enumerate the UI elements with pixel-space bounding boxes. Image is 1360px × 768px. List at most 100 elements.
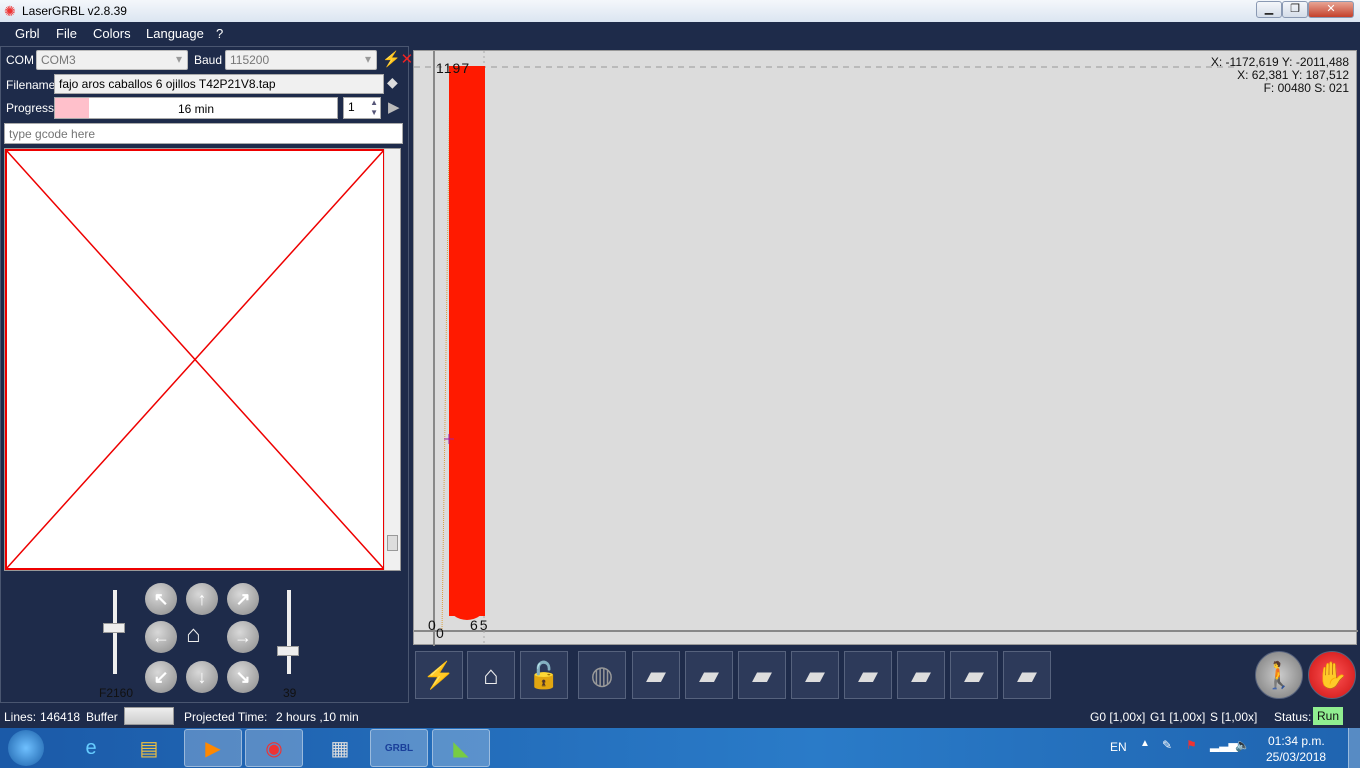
status-label: Status:	[1274, 710, 1312, 724]
start-button[interactable]	[8, 730, 44, 766]
clock-date[interactable]: 25/03/2018	[1266, 750, 1326, 764]
menu-language[interactable]: Language	[146, 26, 204, 41]
baud-label: Baud	[194, 53, 223, 67]
console-log[interactable]	[4, 148, 401, 571]
home-icon[interactable]: ⌂	[186, 621, 201, 649]
camera-card-icon: ▰	[858, 659, 878, 690]
jog-n-icon[interactable]: ↑	[186, 583, 218, 615]
maximize-button[interactable]: ❐	[1282, 1, 1308, 18]
s-override[interactable]: S [1,00x]	[1210, 710, 1257, 724]
preview-drawing	[414, 51, 1358, 646]
run-icon[interactable]: ▶	[388, 98, 400, 116]
projected-label: Projected Time:	[184, 710, 268, 724]
speed-slider[interactable]	[103, 590, 125, 674]
console-scrollbar[interactable]	[384, 149, 400, 570]
stop-button[interactable]: ✋	[1308, 651, 1356, 699]
scroll-thumb[interactable]	[387, 535, 398, 551]
tray-tool-icon[interactable]: ✎	[1162, 738, 1172, 752]
disconnect-icon[interactable]: ⚡✕	[382, 50, 413, 68]
jog-s-icon[interactable]: ↓	[186, 661, 218, 693]
baud-select[interactable]: 115200	[225, 50, 377, 70]
unlock-icon: 🔓	[527, 659, 561, 690]
progress-label: Progress	[6, 101, 55, 115]
reset-button[interactable]: ⚡	[415, 651, 463, 699]
feed-speed: F: 00480 S: 021	[1263, 81, 1349, 95]
filename-field[interactable]: fajo aros caballos 6 ojillos T42P21V8.ta…	[54, 74, 384, 94]
menu-colors[interactable]: Colors	[93, 26, 131, 41]
lines-count: 146418	[40, 710, 81, 724]
open-file-icon[interactable]: ◆	[387, 74, 398, 91]
camera-card-icon: ▰	[805, 659, 825, 690]
status-value: Run	[1313, 707, 1344, 725]
g0-override[interactable]: G0 [1,00x]	[1090, 710, 1145, 724]
jog-w-icon[interactable]: ←	[145, 621, 177, 653]
jog-se-icon[interactable]: ↘	[227, 661, 259, 693]
lines-label: Lines:	[4, 710, 37, 724]
tray-expand-icon[interactable]: ▲	[1140, 738, 1150, 749]
step-label: 39	[283, 686, 297, 700]
camera-card-icon: ▰	[964, 659, 984, 690]
progress-bar: 16 min	[54, 97, 338, 119]
custom-button-4[interactable]: ▰	[791, 651, 839, 699]
taskbar: e ▤ ▶ ◉ ▦ GRBL ◣ EN ▲ ✎ ⚑ ▂▃▅ 🔈 01:34 p.…	[0, 728, 1360, 768]
jog-e-icon[interactable]: →	[227, 621, 259, 653]
menu-file[interactable]: File	[56, 26, 77, 41]
custom-button-2[interactable]: ▰	[685, 651, 733, 699]
title-bar: ✺ LaserGRBL v2.8.39 ▁ ❐ ✕	[0, 0, 1360, 22]
ie-icon[interactable]: e	[62, 729, 120, 767]
com-select[interactable]: COM3	[36, 50, 188, 70]
menu-help[interactable]: ?	[216, 26, 223, 41]
corel-icon[interactable]: ◣	[432, 729, 490, 767]
language-indicator[interactable]: EN	[1110, 740, 1127, 754]
status-bar: Lines: 146418 Buffer Projected Time: 2 h…	[0, 705, 1360, 728]
feed-hold-button[interactable]: 🚶	[1255, 651, 1303, 699]
home-search-icon: ⌂	[483, 659, 499, 690]
origin-y-label: 0	[436, 625, 444, 641]
clock-time[interactable]: 01:34 p.m.	[1268, 734, 1325, 748]
menu-bar: Grbl File Colors Language ?	[0, 22, 1360, 45]
network-icon[interactable]: ▂▃▅	[1210, 738, 1238, 752]
custom-button-3[interactable]: ▰	[738, 651, 786, 699]
projected-time: 2 hours ,10 min	[276, 710, 359, 724]
menu-grbl[interactable]: Grbl	[15, 26, 40, 41]
action-center-icon[interactable]: ⚑	[1186, 738, 1197, 752]
right-label: 65	[470, 617, 490, 633]
calculator-icon[interactable]: ▦	[311, 729, 369, 767]
top-label: 1197	[436, 60, 471, 76]
explorer-icon[interactable]: ▤	[120, 729, 178, 767]
media-player-icon[interactable]: ▶	[184, 729, 242, 767]
buffer-label: Buffer	[86, 710, 118, 724]
custom-button-6[interactable]: ▰	[897, 651, 945, 699]
volume-icon[interactable]: 🔈	[1235, 738, 1250, 752]
chrome-icon[interactable]: ◉	[245, 729, 303, 767]
lightning-icon: ⚡	[422, 659, 456, 690]
preview-canvas[interactable]: 1197 0 0 65 X: -1172,619 Y: -2011,488 X:…	[413, 50, 1358, 646]
show-desktop-button[interactable]	[1348, 728, 1360, 768]
set-origin-button[interactable]: ◍	[578, 651, 626, 699]
unlock-button[interactable]: 🔓	[520, 651, 568, 699]
homing-button[interactable]: ⌂	[467, 651, 515, 699]
origin-x-label: 0	[428, 617, 436, 633]
lasergrbl-task-icon[interactable]: GRBL	[370, 729, 428, 767]
gcode-input[interactable]	[4, 123, 403, 144]
minimize-button[interactable]: ▁	[1256, 1, 1282, 18]
passes-value: 1	[348, 100, 355, 114]
empty-image-placeholder	[5, 149, 385, 570]
globe-icon: ◍	[590, 659, 614, 690]
step-slider[interactable]	[277, 590, 299, 674]
custom-button-1[interactable]: ▰	[632, 651, 680, 699]
custom-button-7[interactable]: ▰	[950, 651, 998, 699]
custom-button-5[interactable]: ▰	[844, 651, 892, 699]
jog-ne-icon[interactable]: ↗	[227, 583, 259, 615]
walking-man-icon: 🚶	[1262, 659, 1296, 690]
camera-card-icon: ▰	[646, 659, 666, 690]
engraving-path	[449, 66, 485, 616]
camera-card-icon: ▰	[752, 659, 772, 690]
custom-button-8[interactable]: ▰	[1003, 651, 1051, 699]
close-button[interactable]: ✕	[1308, 1, 1354, 18]
jog-nw-icon[interactable]: ↖	[145, 583, 177, 615]
g1-override[interactable]: G1 [1,00x]	[1150, 710, 1205, 724]
camera-card-icon: ▰	[1017, 659, 1037, 690]
passes-stepper[interactable]: 1 ▲ ▼	[343, 97, 381, 119]
jog-sw-icon[interactable]: ↙	[145, 661, 177, 693]
